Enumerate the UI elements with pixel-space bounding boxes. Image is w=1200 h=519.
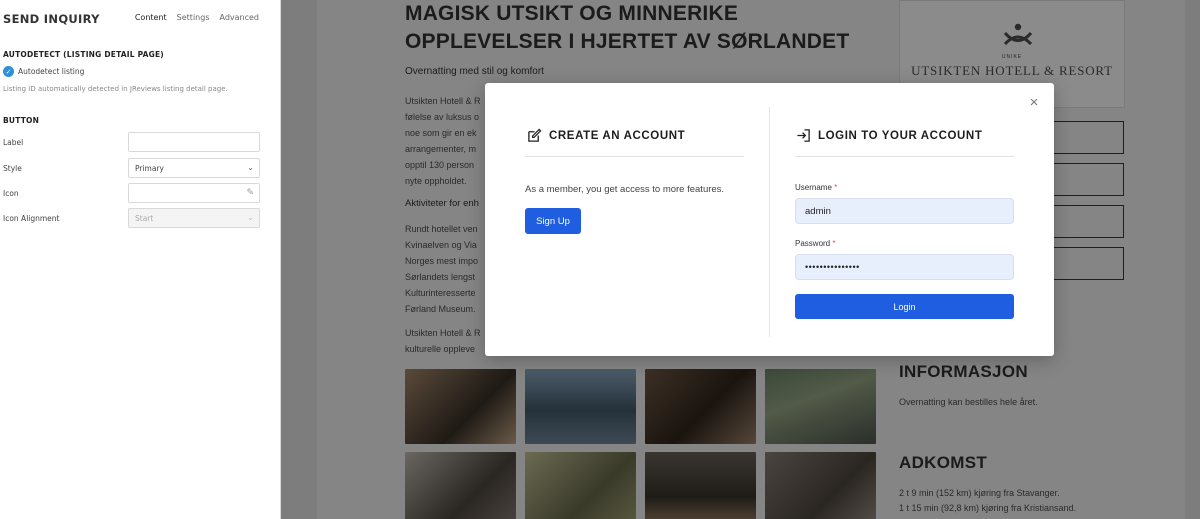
tab-advanced[interactable]: Advanced (219, 13, 259, 22)
edit-icon (528, 128, 542, 142)
check-icon: ✓ (3, 66, 14, 77)
logo-tagline: UNIKE (1001, 54, 1023, 60)
paragraph-line: Sørlandets lengst (405, 272, 476, 282)
paragraph-2: Rundt hotellet ven Kvinaelven og Via Nor… (405, 221, 485, 317)
paragraph-line: nyte oppholdet. (405, 176, 467, 186)
create-account-rule (525, 156, 744, 157)
username-input[interactable]: admin (795, 198, 1014, 224)
icon-field-row: Icon ✎ (3, 183, 260, 203)
chevron-down-icon: ⌄ (247, 163, 254, 172)
label-input[interactable] (128, 132, 260, 152)
paragraph-line: noe som gir en ek (405, 128, 477, 138)
login-title-row: LOGIN TO YOUR ACCOUNT (796, 128, 982, 143)
autodetect-section-title: AUTODETECT (LISTING DETAIL PAGE) (3, 50, 164, 59)
gallery-photo[interactable] (645, 369, 756, 444)
panel-title: SEND INQUIRY (3, 12, 100, 26)
chevron-down-icon: ⌄ (247, 213, 254, 222)
info-text: Overnatting kan bestilles hele året. (899, 397, 1038, 407)
login-rule (795, 156, 1014, 157)
autodetect-hint: Listing ID automatically detected in JRe… (3, 85, 228, 93)
paragraph-line: Rundt hotellet ven (405, 224, 478, 234)
page-subtitle: Overnatting med stil og komfort (405, 66, 544, 77)
required-mark: * (832, 239, 836, 248)
icon-alignment-field-label: Icon Alignment (3, 213, 60, 223)
style-select[interactable]: Primary ⌄ (128, 158, 260, 178)
editor-panel: SEND INQUIRY Content Settings Advanced A… (0, 0, 281, 519)
icon-field-label: Icon (3, 188, 19, 198)
paragraph-line: Kulturinteresserte (405, 288, 476, 298)
paragraph-line: kulturelle oppleve (405, 344, 476, 354)
required-mark: * (834, 183, 838, 192)
paragraph-line: følelse av luksus o (405, 112, 480, 122)
tab-settings[interactable]: Settings (177, 13, 210, 22)
adkomst-text: 2 t 9 min (152 km) kjøring fra Stavanger… (899, 486, 1076, 516)
login-button[interactable]: Login (795, 294, 1014, 319)
autodetect-checkbox[interactable]: ✓ Autodetect listing (3, 66, 84, 77)
password-label: Password * (795, 239, 835, 248)
panel-tabs: Content Settings Advanced (135, 13, 259, 22)
icon-alignment-select: Start ⌄ (128, 208, 260, 228)
style-field-row: Style Primary ⌄ (3, 158, 260, 178)
gallery-photo[interactable] (405, 452, 516, 519)
gallery-photo[interactable] (525, 452, 636, 519)
pencil-icon[interactable]: ✎ (246, 188, 254, 198)
icon-input[interactable]: ✎ (128, 183, 260, 203)
button-section-title: BUTTON (3, 116, 40, 125)
member-info-text: As a member, you get access to more feat… (525, 184, 725, 195)
icon-alignment-select-value: Start (135, 213, 154, 223)
login-icon (797, 129, 810, 142)
paragraph-line: Utsikten Hotell & R (405, 328, 481, 338)
password-label-text: Password (795, 239, 831, 248)
gallery-photo[interactable] (405, 369, 516, 444)
panel-header: SEND INQUIRY Content Settings Advanced (0, 0, 280, 38)
paragraph-line: Førland Museum. (405, 304, 476, 314)
paragraph-line: Kvinaelven og Via (405, 240, 477, 250)
gallery-photo[interactable] (765, 369, 876, 444)
label-field-label: Label (3, 137, 24, 147)
gallery-photo[interactable] (765, 452, 876, 519)
paragraph-line: arrangementer, m (405, 144, 477, 154)
auth-modal: × CREATE AN ACCOUNT As a member, you get… (485, 83, 1054, 356)
create-account-title-row: CREATE AN ACCOUNT (527, 128, 685, 143)
label-field-row: Label (3, 132, 260, 152)
tab-content[interactable]: Content (135, 13, 167, 22)
paragraph-line: Norges mest impo (405, 256, 479, 266)
gallery-photo[interactable] (525, 369, 636, 444)
page-title: MAGISK UTSIKT OG MINNERIKE OPPLEVELSER I… (405, 2, 850, 53)
sign-up-button[interactable]: Sign Up (525, 208, 581, 234)
username-label-text: Username (795, 183, 832, 192)
login-title: LOGIN TO YOUR ACCOUNT (818, 129, 983, 142)
autodetect-checkbox-label: Autodetect listing (18, 67, 85, 76)
logo-name: UTSIKTEN HOTELL & RESORT (911, 63, 1113, 78)
paragraph-1: Utsikten Hotell & R følelse av luksus o … (405, 93, 485, 189)
create-account-title: CREATE AN ACCOUNT (549, 129, 686, 142)
info-heading: INFORMASJON (899, 362, 1028, 381)
photo-gallery (405, 369, 876, 519)
style-field-label: Style (3, 163, 22, 173)
adkomst-line: 1 t 15 min (92,8 km) kjøring fra Kristia… (899, 503, 1077, 513)
adkomst-line: 2 t 9 min (152 km) kjøring fra Stavanger… (899, 488, 1060, 498)
paragraph-3: Utsikten Hotell & R kulturelle oppleve (405, 325, 485, 357)
paragraph-line: Utsikten Hotell & R (405, 96, 481, 106)
hotel-logo-icon (1003, 23, 1033, 46)
gallery-photo[interactable] (645, 452, 756, 519)
modal-divider (769, 107, 770, 337)
style-select-value: Primary (135, 163, 164, 173)
password-input[interactable]: ••••••••••••••• (795, 254, 1014, 280)
username-label: Username * (795, 183, 837, 192)
adkomst-heading: ADKOMST (899, 453, 988, 472)
activities-heading: Aktiviteter for enh (405, 198, 479, 209)
paragraph-line: opptil 130 person (405, 160, 475, 170)
icon-alignment-field-row: Icon Alignment Start ⌄ (3, 208, 260, 228)
close-icon[interactable]: × (1027, 95, 1041, 110)
